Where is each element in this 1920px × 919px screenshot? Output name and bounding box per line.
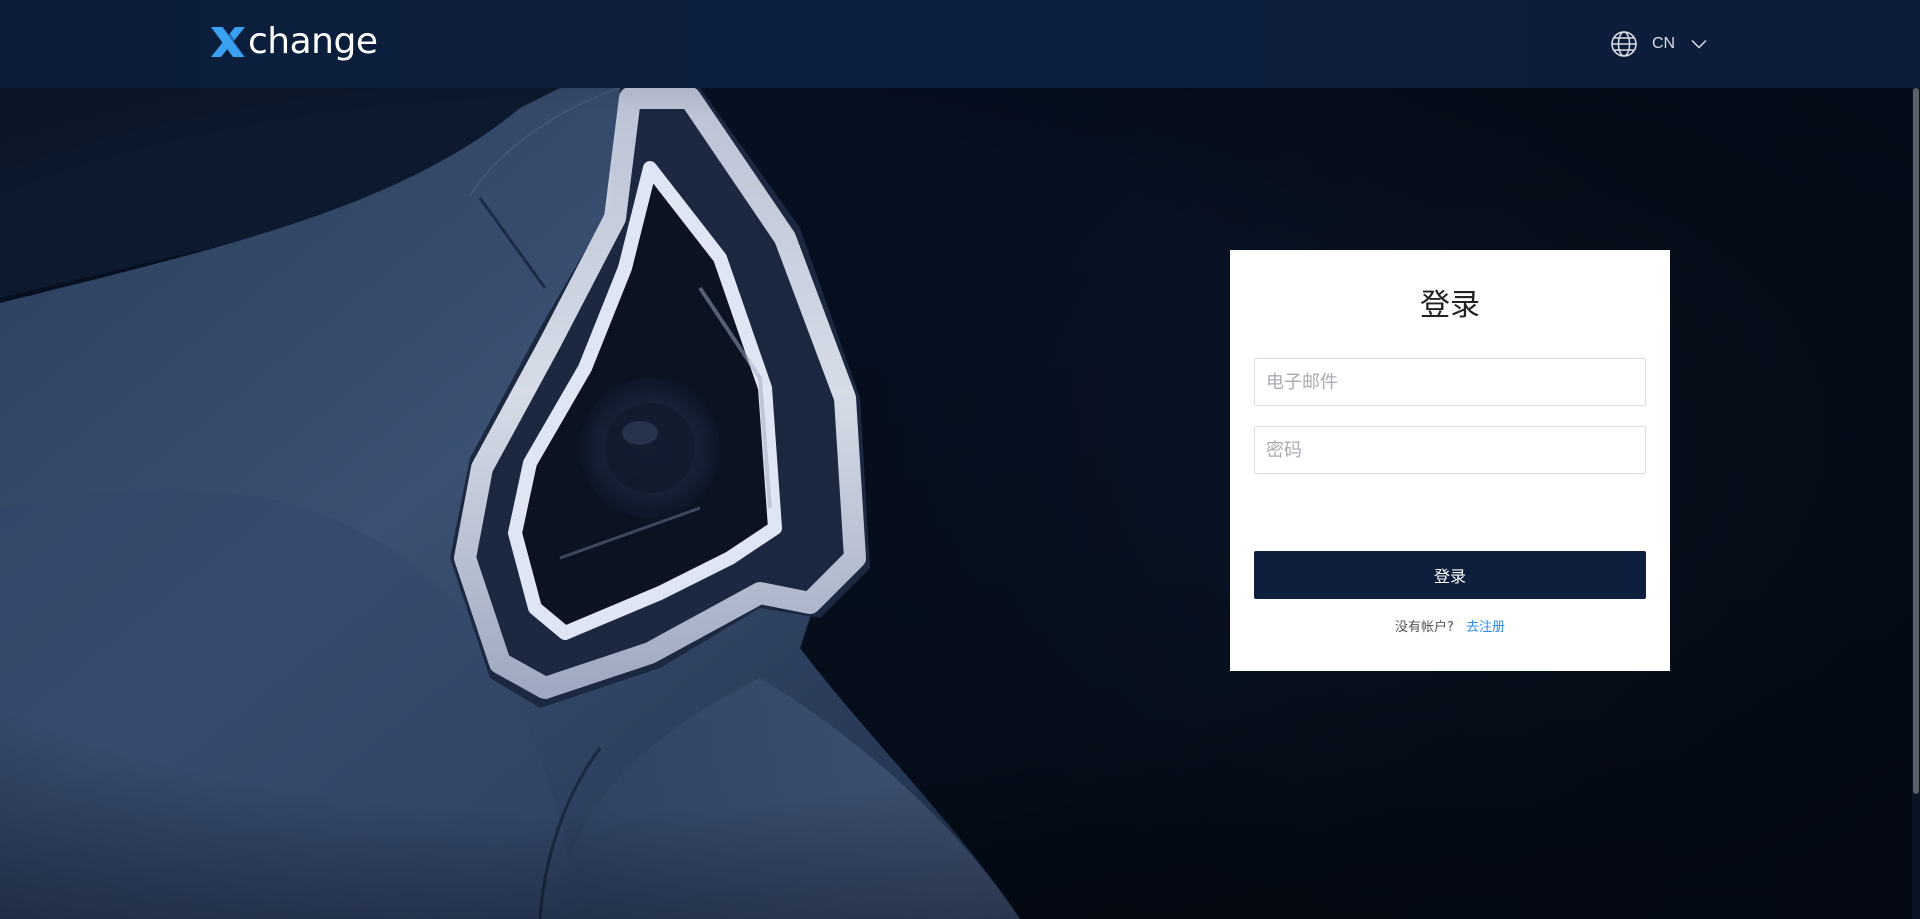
register-link[interactable]: 去注册 [1466,620,1505,635]
login-page: change CN 登录 电子邮件 登录 没有帐户? 去注册 [0,0,1920,919]
x-logo-icon [211,27,246,57]
login-title: 登录 [1420,288,1480,323]
chevron-down-icon [1691,39,1707,49]
email-input[interactable] [1255,359,1645,405]
language-label: CN [1652,35,1676,52]
login-card: 登录 登录 没有帐户? 去注册 [1230,250,1670,671]
globe-icon [1611,31,1637,57]
brand-name: change [248,21,378,62]
password-input[interactable] [1255,427,1645,473]
email-field-wrapper [1254,358,1646,406]
no-account-text: 没有帐户? [1394,620,1454,635]
scrollbar-thumb[interactable] [1913,88,1919,794]
top-header: change CN [0,0,1920,88]
brand-logo[interactable]: change [209,22,378,62]
login-button[interactable]: 登录 [1254,551,1646,599]
language-selector[interactable]: CN [1610,30,1707,58]
signup-row: 没有帐户? 去注册 [1230,616,1670,635]
password-field-wrapper [1254,426,1646,474]
